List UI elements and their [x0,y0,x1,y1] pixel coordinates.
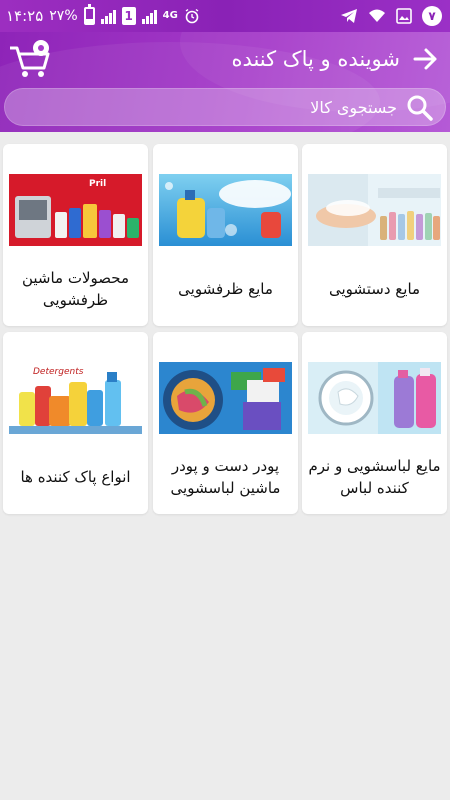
brand-text: Pril [89,179,106,189]
signal-icon-2 [141,8,157,24]
category-label: محصولات ماشین ظرفشویی [21,269,130,309]
app-header: شوینده و پاک کننده جستجوی کالا [0,32,450,132]
image-notification-icon [396,8,412,24]
hand-soap-image [308,174,441,246]
category-label: مایع لباسشویی و نرم کننده لباس [308,457,441,497]
search-icon[interactable] [405,93,435,123]
sim-icon: 1 [121,7,136,25]
status-bar: ۱۴:۲۵ ۲۷% 1 4G ۷ [0,0,450,32]
clock: ۱۴:۲۵ [6,7,44,25]
dish-liquid-image [159,174,292,246]
category-label: انواع پاک کننده ها [20,468,131,486]
category-card-dishwasher[interactable]: Pril محصولات ماشین ظرفشویی [3,144,148,326]
search-bar[interactable]: جستجوی کالا [4,88,446,126]
laundry-liquid-image [308,362,441,434]
status-right: ۷ [340,0,442,32]
wifi-icon [369,9,385,22]
page-title: شوینده و پاک کننده [231,47,400,71]
sim-label: 1 [124,9,133,23]
status-left: ۱۴:۲۵ ۲۷% 1 4G [6,0,200,32]
network-type: 4G [162,10,178,21]
signal-icon [100,8,116,24]
notification-count: ۷ [422,6,442,26]
category-label: مایع ظرفشویی [178,280,273,298]
washing-powder-image [159,362,292,434]
telegram-icon [341,9,357,23]
category-card-detergents[interactable]: Detergents انواع پاک کننده ها [3,332,148,514]
battery-level [85,19,93,23]
category-label: پودر دست و پودر ماشین لباسشویی [170,457,281,497]
category-card-dish-liquid[interactable]: مایع ظرفشویی [153,144,298,326]
back-button[interactable] [410,44,440,74]
cart-button[interactable] [8,38,54,82]
search-input[interactable]: جستجوی کالا [310,89,397,127]
category-label: مایع دستشویی [328,280,421,298]
cart-icon [10,40,50,77]
detergents-text: Detergents [33,367,84,377]
alarm-icon [185,8,199,24]
battery-icon [83,4,95,25]
detergents-image: Detergents [9,362,142,434]
title-row: شوینده و پاک کننده [0,32,450,88]
category-card-washing-powder[interactable]: پودر دست و پودر ماشین لباسشویی [153,332,298,514]
category-card-hand-soap[interactable]: مایع دستشویی [302,144,447,326]
category-card-laundry-liquid[interactable]: مایع لباسشویی و نرم کننده لباس [302,332,447,514]
dishwasher-products-image: Pril [9,174,142,246]
arrow-right-icon [413,48,437,70]
battery-percent: ۲۷% [49,8,78,24]
